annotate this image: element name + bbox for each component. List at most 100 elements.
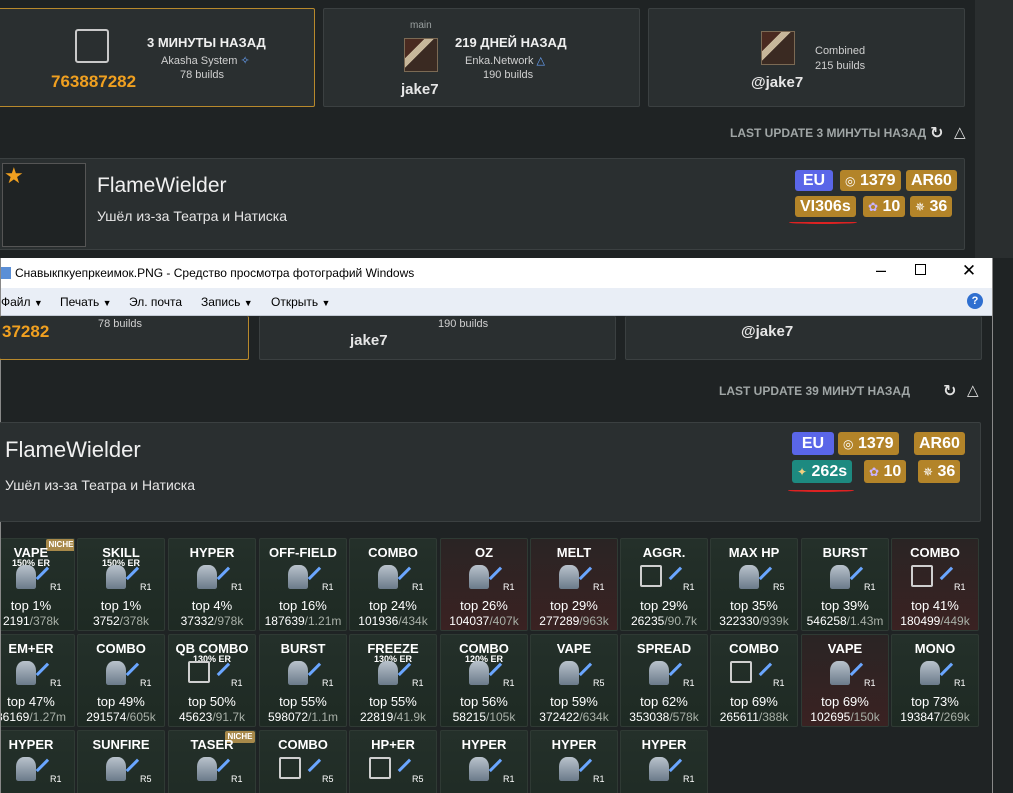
build-label: VAPE — [556, 641, 592, 656]
favorite-star-icon[interactable]: ★ — [4, 163, 24, 189]
build-card[interactable]: BURST R1 top 55% 598072/1.1m — [259, 634, 347, 727]
abyss-badge: VI306s — [795, 196, 856, 217]
combined-avatar — [761, 31, 795, 65]
refinement: R1 — [140, 582, 152, 592]
refinement: R1 — [954, 582, 966, 592]
build-card[interactable]: VAPE R5 top 59% 372422/634k — [530, 634, 618, 727]
build-label: COMBO — [368, 545, 418, 560]
enka-avatar — [404, 38, 438, 72]
akasha-card[interactable]: 3 МИНУТЫ НАЗАД Akasha System ✧ 78 builds… — [0, 8, 315, 107]
build-card[interactable]: OFF-FIELD R1 top 16% 187639/1.21m — [259, 538, 347, 631]
build-card[interactable]: BURST R1 top 39% 546258/1.43m — [801, 538, 889, 631]
build-label: COMBO — [278, 737, 328, 752]
rank-value: 104037 — [449, 614, 490, 628]
menu-print[interactable]: Печать ▼ — [60, 295, 112, 309]
menu-print-label: Печать — [60, 295, 100, 309]
refinement: R1 — [593, 582, 605, 592]
build-card[interactable]: NICHETASERR1top 86% — [168, 730, 256, 793]
build-label: HYPER — [551, 737, 597, 752]
character-icon — [16, 565, 36, 589]
akasha-icon: ✧ — [240, 55, 250, 67]
build-card[interactable]: MELT R1 top 29% 277289/963k — [530, 538, 618, 631]
build-label: TASER — [190, 737, 234, 752]
build-card[interactable]: AGGR. R1 top 29% 26235/90.7k — [620, 538, 708, 631]
build-card[interactable]: HYPERR1top 89% — [440, 730, 528, 793]
build-label: HP+ER — [371, 737, 415, 752]
rank-value: 36169 — [1, 710, 30, 724]
build-top: top 1% — [100, 598, 142, 613]
rank-value: 26235 — [630, 614, 665, 628]
build-card[interactable]: SUNFIRER5top 83% — [77, 730, 165, 793]
enka-logo-icon[interactable]: △ — [954, 123, 966, 141]
build-card[interactable]: SPREAD R1 top 62% 353038/578k — [620, 634, 708, 727]
build-top: top 55% — [369, 694, 417, 709]
fetters-value: 36 — [929, 198, 948, 215]
build-card[interactable]: HYPERR1top 94% — [620, 730, 708, 793]
build-label: COMBO — [96, 641, 146, 656]
character-icon — [279, 757, 301, 779]
build-card[interactable]: HYPERR1top 89% — [530, 730, 618, 793]
build-card[interactable]: COMBO R1 top 24% 101936/434k — [349, 538, 437, 631]
character-icon — [369, 757, 391, 779]
build-card[interactable]: NICHE VAPE 150% ER R1 top 1% 2191/378k — [1, 538, 75, 631]
rank-value: 102695 — [810, 710, 851, 724]
build-card[interactable]: FREEZE 130% ER R1 top 55% 22819/41.9k — [349, 634, 437, 727]
build-label: VAPE — [827, 641, 863, 656]
refresh-icon[interactable]: ↻ — [943, 381, 956, 401]
rank-value: 3752 — [92, 614, 120, 628]
build-rank: 372422/634k — [531, 710, 617, 724]
menu-email[interactable]: Эл. почта — [129, 295, 182, 309]
user-partial-a: jake7 — [350, 332, 388, 349]
chevron-down-icon: ▼ — [321, 298, 331, 308]
build-top: top 39% — [821, 598, 869, 613]
build-card[interactable]: COMBOR5top 86% — [259, 730, 347, 793]
build-card[interactable]: COMBO R1 top 49% 291574/605k — [77, 634, 165, 727]
build-card[interactable]: COMBO R1 top 69% 265611/388k — [710, 634, 798, 727]
rank-total: /1.1m — [308, 710, 339, 724]
refinement: R1 — [322, 582, 334, 592]
build-rank: 265611/388k — [711, 710, 797, 724]
rank-total: /150k — [850, 710, 880, 724]
build-rank: 3752/378k — [78, 614, 164, 628]
last-update: LAST UPDATE 3 МИНУТЫ НАЗАД — [730, 126, 927, 140]
build-card[interactable]: SKILL 150% ER R1 top 1% 3752/378k — [77, 538, 165, 631]
character-icon — [469, 565, 489, 589]
achievement-icon: ◎ — [845, 174, 856, 188]
refresh-icon[interactable]: ↻ — [930, 123, 943, 143]
close-button[interactable]: ✕ — [959, 261, 979, 281]
refinement: R5 — [773, 582, 785, 592]
character-icon — [288, 565, 308, 589]
build-card[interactable]: MAX HP R5 top 35% 322330/939k — [710, 538, 798, 631]
enka-branch: main — [410, 20, 432, 31]
refinement: R1 — [683, 774, 695, 784]
build-card[interactable]: EM+ER R1 top 47%36169/1.27m — [1, 634, 75, 727]
rank-value: 37332 — [180, 614, 214, 628]
build-label: COMBO — [729, 641, 779, 656]
refinement: R1 — [231, 678, 243, 688]
enka-logo-icon[interactable]: △ — [967, 381, 979, 399]
maximize-button[interactable] — [915, 264, 926, 275]
help-icon[interactable]: ? — [967, 293, 983, 309]
menu-open[interactable]: Открыть ▼ — [271, 295, 330, 309]
build-card[interactable]: MONO R1 top 73% 193847/269k — [891, 634, 979, 727]
build-label: OZ — [474, 545, 494, 560]
build-card[interactable]: VAPE R1 top 69% 102695/150k — [801, 634, 889, 727]
build-er: 150% ER — [11, 558, 51, 568]
photo-viewer-window: Снавыкпкуепркеимок.PNG - Средство просмо… — [0, 258, 993, 793]
enka-card[interactable]: main 219 ДНЕЙ НАЗАД Enka.Network △ 190 b… — [323, 8, 640, 107]
refinement: R1 — [50, 582, 62, 592]
menu-file[interactable]: Файл ▼ — [1, 295, 43, 309]
build-card[interactable]: HP+ERR5top 88% — [349, 730, 437, 793]
build-card[interactable]: COMBO 120% ER R1 top 56% 58215/105k — [440, 634, 528, 727]
menu-burn[interactable]: Запись ▼ — [201, 295, 253, 309]
build-label: SPREAD — [636, 641, 692, 656]
combined-card[interactable]: Combined 215 builds @jake7 — [648, 8, 965, 107]
refinement: R1 — [503, 678, 515, 688]
minimize-button[interactable]: – — [871, 260, 891, 281]
build-card[interactable]: QB COMBO 130% ER R1 top 50% 45623/91.7k — [168, 634, 256, 727]
character-icon — [378, 565, 398, 589]
build-card[interactable]: OZ R1 top 26% 104037/407k — [440, 538, 528, 631]
build-card[interactable]: COMBO R1 top 41% 180499/449k — [891, 538, 979, 631]
build-card[interactable]: HYPERR1top 82% — [1, 730, 75, 793]
build-card[interactable]: HYPER R1 top 4% 37332/978k — [168, 538, 256, 631]
